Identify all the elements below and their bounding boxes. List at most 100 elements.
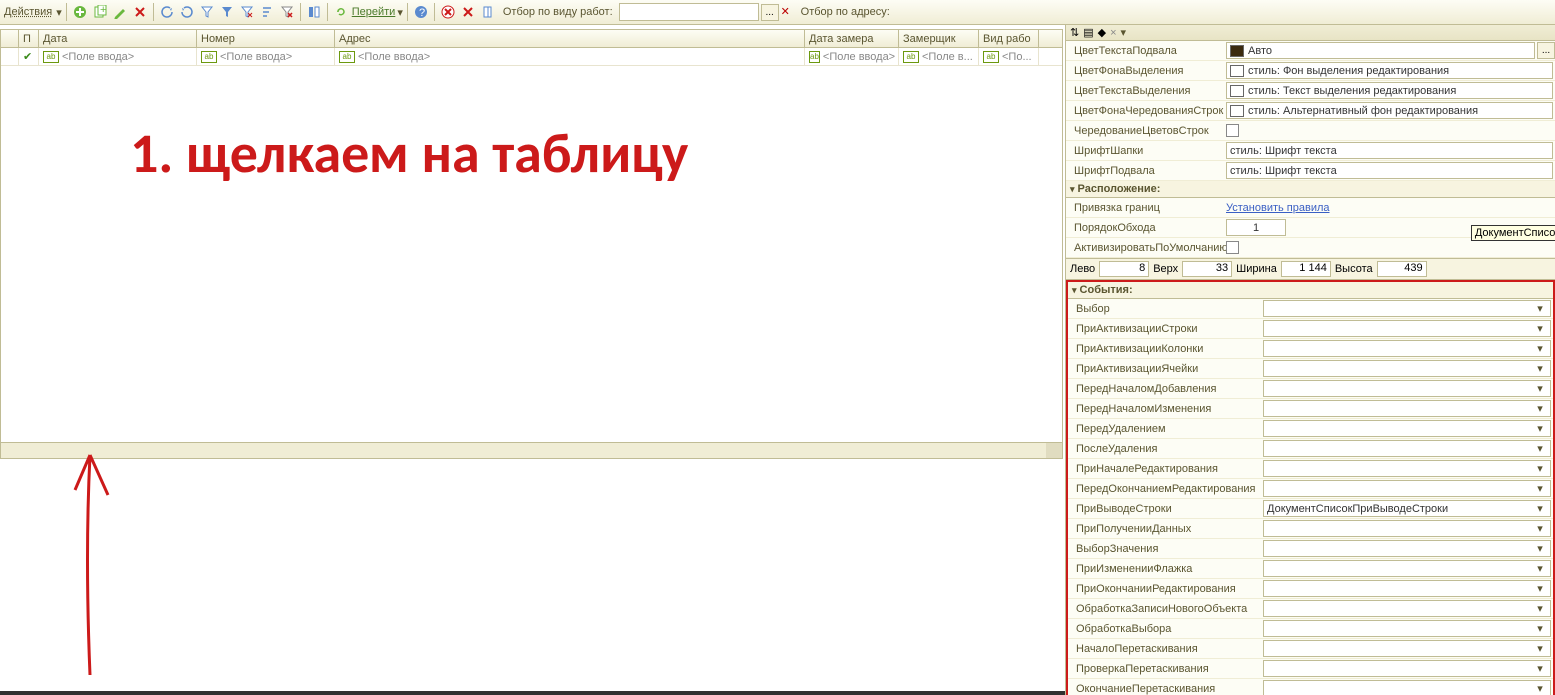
filter1-clear-icon[interactable]: ✕ [781,5,795,19]
col-number[interactable]: Номер [197,30,335,47]
reload-icon[interactable] [332,3,350,21]
mark-delete-icon[interactable] [459,3,477,21]
event-input[interactable]: ▾ [1263,540,1551,557]
splitter[interactable] [0,691,1065,695]
copy-icon[interactable]: + [91,3,109,21]
dropdown-icon[interactable]: ▾ [1533,582,1547,595]
dropdown-icon[interactable]: ▾ [1533,442,1547,455]
dropdown-icon[interactable]: ▾ [1533,602,1547,615]
table-row[interactable]: ✔ ab<Поле ввода> ab<Поле ввода> ab<Поле … [1,48,1062,66]
dropdown-icon[interactable]: ▾ [1533,482,1547,495]
event-input[interactable]: ▾ [1263,400,1551,417]
event-input[interactable]: ▾ [1263,520,1551,537]
dropdown-icon[interactable]: ▾ [1533,402,1547,415]
col-measure-date[interactable]: Дата замера [805,30,899,47]
go-link[interactable]: Перейти [352,6,396,18]
col-work-type[interactable]: Вид рабо [979,30,1039,47]
dropdown-icon[interactable]: ▾ [1533,382,1547,395]
post-icon[interactable] [479,3,497,21]
event-input[interactable]: ▾ [1263,600,1551,617]
filter1-ellipsis[interactable]: ... [761,4,779,21]
help-icon[interactable]: ? [412,3,430,21]
height-input[interactable]: 439 [1377,261,1427,277]
event-input[interactable]: ▾ [1263,620,1551,637]
event-input[interactable]: ▾ [1263,340,1551,357]
width-input[interactable]: 1 144 [1281,261,1331,277]
event-input[interactable]: ▾ [1263,640,1551,657]
sort-az-icon[interactable]: ⇅ [1070,26,1079,39]
dropdown-icon[interactable]: ▾ [1533,662,1547,675]
edit-icon[interactable] [111,3,129,21]
event-input[interactable]: ▾ [1263,320,1551,337]
refresh-fwd-icon[interactable] [178,3,196,21]
event-input[interactable]: ▾ [1263,660,1551,677]
event-input[interactable]: ▾ [1263,580,1551,597]
cancel-icon[interactable] [439,3,457,21]
refresh-back-icon[interactable] [158,3,176,21]
dropdown-icon[interactable]: ▾ [1533,522,1547,535]
event-input[interactable]: ▾ [1263,360,1551,377]
sort-icon[interactable] [258,3,276,21]
prop-input[interactable]: стиль: Текст выделения редактирования [1226,82,1553,99]
left-input[interactable]: 8 [1099,261,1149,277]
prop-input[interactable]: Авто [1226,42,1535,59]
dropdown-icon[interactable]: ▾ [1533,302,1547,315]
dropdown-icon[interactable]: ▾ [1533,362,1547,375]
event-input[interactable]: ▾ [1263,460,1551,477]
actions-menu[interactable]: Действия [4,6,52,18]
event-input[interactable]: ▾ [1263,680,1551,695]
top-input[interactable]: 33 [1182,261,1232,277]
prop-input[interactable]: стиль: Шрифт текста [1226,162,1553,179]
categ-icon[interactable]: ▤ [1083,26,1093,39]
dropdown-icon[interactable]: ▾ [1533,562,1547,575]
event-input[interactable]: ▾ [1263,300,1551,317]
dropdown-icon[interactable]: ▾ [1533,642,1547,655]
events-section[interactable]: События: [1068,282,1553,299]
col-p[interactable]: П [19,30,39,47]
tab-order-input[interactable]: 1 [1226,219,1286,236]
dropdown-icon[interactable]: ▾ [1533,622,1547,635]
col-measurer[interactable]: Замерщик [899,30,979,47]
filter-x-icon[interactable] [238,3,256,21]
events-highlight-box: События: Выбор▾ПриАктивизацииСтроки▾ПриА… [1066,280,1555,695]
dropdown-icon[interactable]: ▾ [1533,462,1547,475]
col-address[interactable]: Адрес [335,30,805,47]
scrollbar[interactable] [1046,443,1062,458]
add-icon[interactable] [71,3,89,21]
event-input[interactable]: ▾ [1263,440,1551,457]
grid-header: П Дата Номер Адрес Дата замера Замерщик … [1,30,1062,48]
col-marker[interactable] [1,30,19,47]
filter1-input[interactable] [619,3,759,21]
settings-icon[interactable] [305,3,323,21]
filter2-label: Отбор по адресу: [801,6,890,18]
activate-checkbox[interactable] [1226,241,1239,254]
dropdown-icon[interactable]: ▾ [1533,682,1547,695]
prop-input[interactable]: стиль: Альтернативный фон редактирования [1226,102,1553,119]
dropdown-icon[interactable]: ▾ [1533,322,1547,335]
event-input[interactable]: ДокументСписокПриВыводеСтроки▾ [1263,500,1551,517]
dropdown-icon[interactable]: ▾ [1533,542,1547,555]
form-design-area[interactable]: П Дата Номер Адрес Дата замера Замерщик … [0,25,1065,695]
filter-icon[interactable] [198,3,216,21]
dropdown-icon[interactable]: ▾ [1533,422,1547,435]
filter-clear-icon[interactable] [278,3,296,21]
prop-input[interactable]: стиль: Фон выделения редактирования [1226,62,1553,79]
borders-link[interactable]: Установить правила [1226,202,1330,214]
col-date[interactable]: Дата [39,30,197,47]
close-x-icon[interactable]: × [1110,27,1116,39]
tag-icon[interactable]: ◆ [1098,26,1106,39]
delete-icon[interactable] [131,3,149,21]
filter-funnel-icon[interactable] [218,3,236,21]
prop-checkbox[interactable] [1226,124,1239,137]
event-input[interactable]: ▾ [1263,560,1551,577]
dropdown-icon[interactable]: ▾ [1533,502,1547,515]
prop-input[interactable]: стиль: Шрифт текста [1226,142,1553,159]
document-list-grid[interactable]: П Дата Номер Адрес Дата замера Замерщик … [0,29,1063,459]
layout-section[interactable]: Расположение: [1066,181,1555,198]
ellipsis-button[interactable]: ... [1537,42,1555,59]
event-input[interactable]: ▾ [1263,480,1551,497]
prop-label: ЦветФонаВыделения [1066,65,1226,77]
event-input[interactable]: ▾ [1263,380,1551,397]
event-input[interactable]: ▾ [1263,420,1551,437]
dropdown-icon[interactable]: ▾ [1533,342,1547,355]
